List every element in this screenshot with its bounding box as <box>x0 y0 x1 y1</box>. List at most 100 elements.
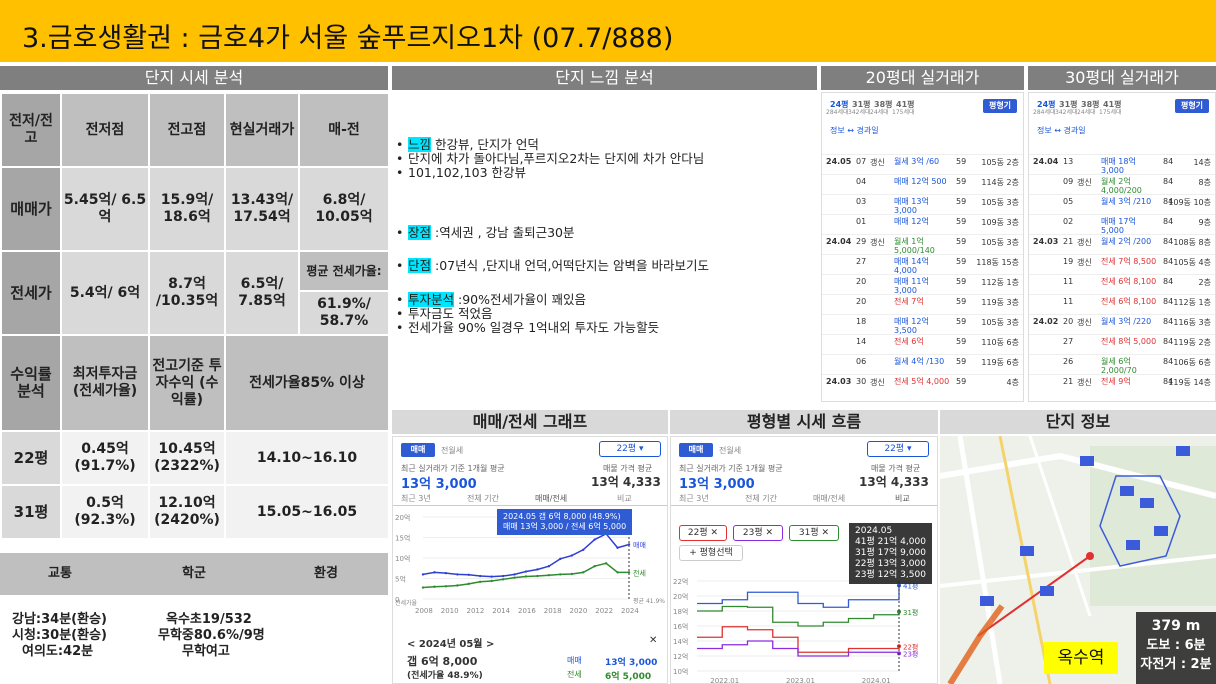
tooltip-line: 2024.05 갭 6억 8,000 (48.9%) <box>503 512 621 521</box>
graph-size-select[interactable]: 22평 ▾ <box>599 441 661 457</box>
transport-cityhall: 시청:30분(환승) <box>12 628 107 643</box>
x-tick-label: 2016 <box>518 607 536 615</box>
data-point <box>536 568 539 571</box>
page-title: 3.금호생활권 : 금호4가 서울 숲푸르지오1차 (07.7/888) <box>0 0 1216 62</box>
size-compare-button[interactable]: 평형기 <box>1175 99 1209 113</box>
row-floor: 105동 3층 <box>981 238 1019 247</box>
row-area: 59 <box>956 177 967 186</box>
row-area: 59 <box>956 317 967 326</box>
graph-period-0[interactable]: 최근 3년 <box>401 493 431 504</box>
header-real-price: 현실거래가 <box>224 92 300 168</box>
x-tick-label: 2018 <box>544 607 562 615</box>
row-area: 84 <box>1163 297 1174 306</box>
graph-tab-sale[interactable]: 매매 <box>401 443 435 457</box>
size-tab-households: 24세대 <box>1077 109 1096 116</box>
row-floor: 109동 10층 <box>1168 198 1211 207</box>
row-day: 29 <box>856 237 867 246</box>
row-day: 20 <box>856 297 867 306</box>
row-price bl: 매매 14억 4,000 <box>894 257 929 275</box>
row-price rd: 전세 6억 8,100 <box>1101 277 1157 286</box>
graph-tab-rent[interactable]: 전월세 <box>441 445 463 456</box>
row-22-min: 0.45억 (91.7%) <box>60 430 150 486</box>
graph-month-nav[interactable]: < 2024년 05월 > <box>407 635 494 650</box>
graph-tooltip: 2024.05 갭 6억 8,000 (48.9%) 매매 13억 3,000 /… <box>497 509 633 535</box>
row-price bl: 월세 3억 /60 <box>894 157 940 166</box>
flow-tag-22[interactable]: 22평 ✕ <box>679 525 727 541</box>
row-area: 84 <box>1163 157 1174 166</box>
flow-period-0[interactable]: 최근 3년 <box>679 493 709 504</box>
data-point <box>616 571 619 574</box>
row-floor: 119동 6층 <box>981 358 1019 367</box>
table-row <box>1029 374 1215 375</box>
flow-period-2[interactable]: 매매/전세 <box>813 493 845 504</box>
graph-jeonse-label: 전세 <box>567 670 582 679</box>
data-point <box>582 571 585 574</box>
y-tick-label: 10억 <box>395 555 410 563</box>
graph-panel: 매매 전월세 22평 ▾ 최근 실거래가 기준 1개월 평균 13억 3,000… <box>392 436 668 684</box>
graph-period-3[interactable]: 비교 <box>617 493 632 504</box>
flow-period-3[interactable]: 비교 <box>895 493 910 504</box>
data-point <box>559 557 562 561</box>
yield-min-invest: 최저투자금 (전세가율) <box>60 334 150 432</box>
flow-header: 평형별 시세 흐름 <box>670 410 938 434</box>
table-row <box>1029 274 1215 275</box>
flow-tag-31[interactable]: 31평 ✕ <box>789 525 839 541</box>
row-price bl: 월세 3억 /210 <box>1101 197 1152 206</box>
info-header-bar: 교통 학군 환경 <box>0 553 388 595</box>
jeonse-ratio: 61.9%/ 58.7% <box>298 290 390 336</box>
row-sale-label: 매매가 <box>0 166 62 252</box>
header-jeongojeom: 전고점 <box>148 92 226 168</box>
transport-yeouido: 여의도:42분 <box>22 644 94 659</box>
y-tick-label: 5억 <box>395 576 406 584</box>
flow-add-size-button[interactable]: + 평형선택 <box>679 545 743 561</box>
x-tick-label: 2020 <box>570 607 588 615</box>
row-price bl: 매매 18억 3,000 <box>1101 157 1136 175</box>
graph-period-1[interactable]: 전체 기간 <box>467 493 499 504</box>
row-month: 24.03 <box>826 377 852 386</box>
table-row <box>1029 314 1215 315</box>
distance-box: 379 m 도보 : 6분 자전거 : 2분 <box>1136 612 1216 684</box>
data-point <box>513 576 516 579</box>
pros-tag: 장점 <box>408 225 432 240</box>
feel-list-2: 장점 :역세권 , 강남 출퇴근30분 <box>396 225 575 240</box>
row-day: 30 <box>856 377 867 386</box>
data-point <box>444 571 448 575</box>
table-row <box>822 334 1023 335</box>
tooltip-row: 22평 13억 3,000 <box>855 559 926 569</box>
y-tick-label: 18억 <box>673 608 688 616</box>
flow-tab-sale[interactable]: 매매 <box>679 443 713 457</box>
row-22-range: 14.10~16.10 <box>224 430 390 486</box>
complex-map[interactable]: 옥수역 379 m 도보 : 6분 자전거 : 2분 <box>940 436 1216 684</box>
row-area: 59 <box>956 197 967 206</box>
flow-period-1[interactable]: 전체 기간 <box>745 493 777 504</box>
flow-tooltip: 2024.05 41평 21억 4,000 31평 17억 9,000 22평 … <box>849 523 932 584</box>
table-row <box>1029 334 1215 335</box>
row-kind: 갱신 <box>1077 238 1092 247</box>
flow-tab-rent[interactable]: 전월세 <box>719 445 741 456</box>
close-icon[interactable]: ✕ <box>649 635 657 646</box>
tooltip-row: 23평 12억 3,500 <box>855 570 926 580</box>
data-point <box>616 546 619 549</box>
x-tick-label: 2014 <box>492 607 510 615</box>
size-tab-households: 175세대 <box>1099 109 1122 116</box>
row-floor: 4층 <box>1006 378 1019 387</box>
row-day: 27 <box>1063 337 1074 346</box>
graph-period-2[interactable]: 매매/전세 <box>535 493 567 504</box>
trade20-panel: 24평 284세대 31평 342세대 38평 24세대 41평 175세대 평형기 정보 ↔ 경… <box>821 92 1024 402</box>
table-row <box>1029 294 1215 295</box>
flow-panel: 매매 전월세 22평 ▾ 최근 실거래가 기준 1개월 평균 13억 3,000… <box>670 436 938 684</box>
row-floor: 14층 <box>1193 158 1211 167</box>
flow-size-select[interactable]: 22평 ▾ <box>867 441 929 457</box>
data-point <box>582 548 585 551</box>
feel-text: 한강뷰, 단지가 언덕 <box>431 137 539 152</box>
sale-jeonjeo: 5.45억/ 6.5억 <box>60 166 150 252</box>
legend-rate: 평균 41.9% <box>633 597 665 605</box>
row-floor: 110동 6층 <box>981 338 1019 347</box>
data-point <box>559 573 562 576</box>
flow-sale-avg: 13억 4,333 <box>859 475 929 489</box>
size-compare-button[interactable]: 평형기 <box>983 99 1017 113</box>
flow-tag-23[interactable]: 23평 ✕ <box>733 525 783 541</box>
pros-text: :역세권 , 강남 출퇴근30분 <box>431 225 575 240</box>
table-row <box>822 354 1023 355</box>
invest-item: 투자금도 적었음 <box>396 307 659 322</box>
